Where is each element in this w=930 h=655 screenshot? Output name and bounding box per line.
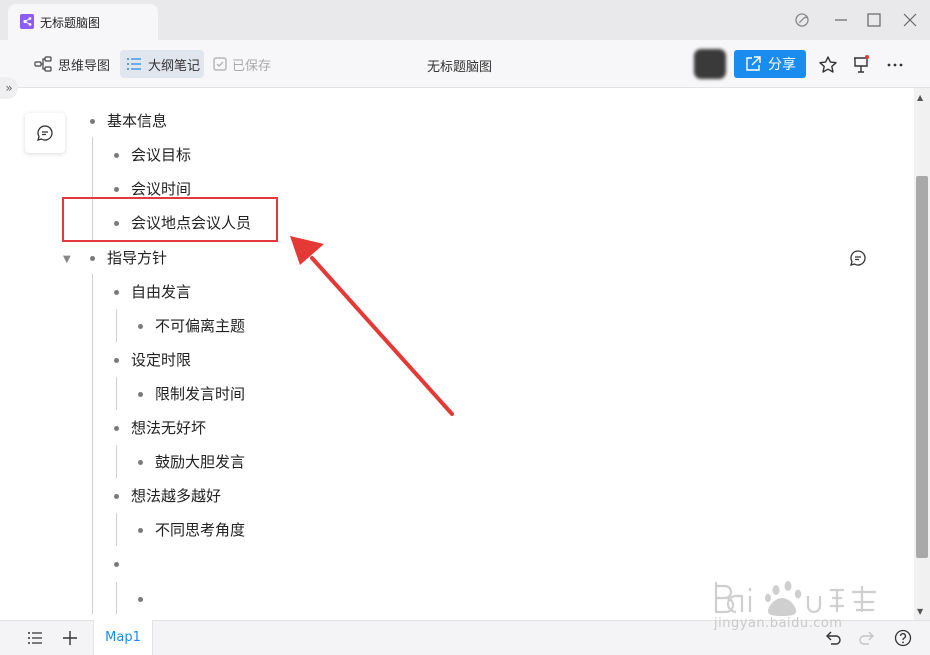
sidebar-expand-button[interactable]: » bbox=[0, 77, 18, 99]
outline-icon bbox=[127, 58, 141, 70]
star-icon[interactable] bbox=[818, 55, 838, 75]
outline-guide-line bbox=[116, 582, 117, 614]
highlight-box bbox=[62, 197, 278, 242]
app-icon bbox=[20, 14, 34, 29]
maximize-icon[interactable] bbox=[865, 11, 883, 29]
outline-bullet[interactable] bbox=[138, 597, 143, 602]
share-label: 分享 bbox=[768, 57, 796, 73]
outline-bullet[interactable] bbox=[90, 256, 95, 261]
scroll-up-arrow-icon[interactable]: ▲ bbox=[917, 93, 923, 102]
outline-bullet[interactable] bbox=[114, 562, 119, 567]
watermark-subtext: jingyan.baidu.com bbox=[714, 616, 843, 631]
comment-panel-button[interactable] bbox=[25, 113, 65, 153]
close-icon[interactable] bbox=[901, 11, 919, 29]
document-title[interactable]: 无标题脑图 bbox=[427, 56, 492, 75]
scrollbar-thumb[interactable] bbox=[916, 176, 928, 558]
saved-icon bbox=[213, 57, 227, 71]
plus-icon[interactable] bbox=[60, 628, 80, 648]
outline-bullet[interactable] bbox=[114, 358, 119, 363]
outline-bullet[interactable] bbox=[138, 528, 143, 533]
outline-node[interactable]: 设定时限 bbox=[131, 348, 191, 372]
outline-guide-line bbox=[116, 445, 117, 478]
outline-node[interactable]: 会议目标 bbox=[131, 143, 191, 167]
mindmap-view-label: 思维导图 bbox=[58, 58, 111, 74]
collapse-arrow-icon[interactable]: ▼ bbox=[63, 254, 71, 265]
mindmap-icon bbox=[34, 56, 52, 72]
share-icon bbox=[746, 56, 761, 71]
outline-bullet[interactable] bbox=[114, 153, 119, 158]
outline-node[interactable]: 自由发言 bbox=[131, 280, 191, 304]
outline-guide-line bbox=[92, 274, 93, 614]
outline-node[interactable]: 想法无好坏 bbox=[131, 416, 206, 440]
outline-bullet[interactable] bbox=[138, 392, 143, 397]
outline-bullet[interactable] bbox=[114, 494, 119, 499]
saved-status: 已保存 bbox=[208, 50, 275, 78]
mindmap-view-button[interactable]: 思维导图 bbox=[30, 50, 114, 78]
list-icon[interactable] bbox=[25, 628, 45, 648]
saved-label: 已保存 bbox=[232, 58, 272, 74]
outline-node[interactable]: 不同思考角度 bbox=[155, 518, 245, 542]
outline-bullet[interactable] bbox=[138, 324, 143, 329]
outline-bullet[interactable] bbox=[114, 187, 119, 192]
outline-node[interactable]: 指导方针 bbox=[107, 246, 167, 270]
comment-icon bbox=[37, 125, 53, 141]
sheet-tab-map1[interactable]: Map1 bbox=[93, 620, 153, 655]
present-icon[interactable] bbox=[851, 55, 871, 75]
outline-node[interactable]: 限制发言时间 bbox=[155, 382, 245, 406]
outline-guide-line bbox=[116, 513, 117, 546]
outline-node[interactable]: 不可偏离主题 bbox=[155, 314, 245, 338]
outline-node[interactable]: 鼓励大胆发言 bbox=[155, 450, 245, 474]
scroll-down-arrow-icon[interactable]: ▼ bbox=[917, 607, 923, 616]
document-tab[interactable]: 无标题脑图 bbox=[8, 4, 158, 40]
outline-bullet[interactable] bbox=[138, 460, 143, 465]
outline-guide-line bbox=[116, 309, 117, 342]
share-button[interactable]: 分享 bbox=[734, 50, 806, 78]
tab-title: 无标题脑图 bbox=[40, 16, 101, 30]
minimize-icon[interactable] bbox=[832, 11, 850, 29]
outline-node[interactable]: 想法越多越好 bbox=[131, 484, 221, 508]
outline-node[interactable]: 基本信息 bbox=[107, 109, 167, 133]
comment-icon[interactable] bbox=[849, 249, 867, 267]
avatar[interactable] bbox=[694, 49, 726, 79]
more-icon[interactable] bbox=[885, 55, 905, 75]
help-icon[interactable] bbox=[893, 628, 913, 648]
outline-bullet[interactable] bbox=[90, 119, 95, 124]
outline-guide-line bbox=[116, 377, 117, 410]
outline-bullet[interactable] bbox=[114, 290, 119, 295]
refresh-icon[interactable] bbox=[793, 11, 811, 29]
outline-view-button[interactable]: 大纲笔记 bbox=[120, 50, 204, 78]
outline-bullet[interactable] bbox=[114, 426, 119, 431]
outline-view-label: 大纲笔记 bbox=[148, 58, 201, 74]
